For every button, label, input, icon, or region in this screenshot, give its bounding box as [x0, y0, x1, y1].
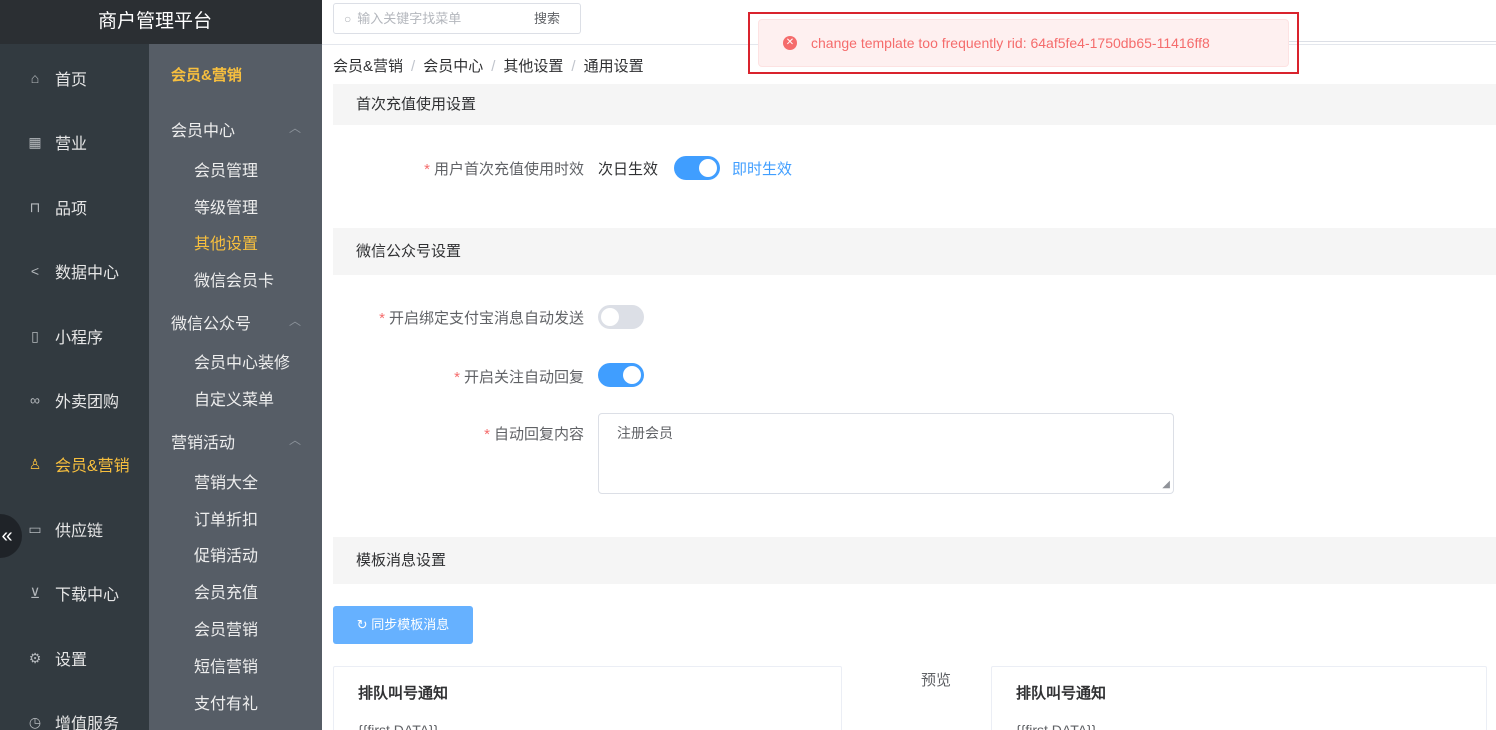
search-button[interactable]: 搜索	[514, 3, 581, 34]
section-header-template: 模板消息设置	[333, 537, 1496, 584]
breadcrumb-current: 通用设置	[583, 58, 644, 75]
breadcrumb-item[interactable]: 会员&营销	[333, 58, 403, 75]
submenu-item[interactable]: 短信营销	[194, 653, 258, 677]
submenu-item[interactable]: 会员管理	[194, 157, 258, 181]
submenu-item[interactable]: 营销大全	[194, 469, 258, 493]
sidebar-item-label: 数据中心	[55, 265, 120, 282]
recharge-timing-label: * 用户首次充值使用时效	[424, 161, 584, 178]
submenu-item[interactable]: 会员营销	[194, 616, 258, 640]
breadcrumb-item[interactable]: 会员中心	[423, 58, 483, 75]
alipay-auto-send-label: * 开启绑定支付宝消息自动发送	[379, 310, 584, 327]
recharge-instant-option: 即时生效	[732, 161, 793, 178]
share-icon: <	[30, 263, 40, 279]
submenu-panel: 会员&营销 会员中心 ︿ 会员管理等级管理其他设置微信会员卡微信公众号 ︿ 会员中心装修…	[149, 44, 322, 730]
submenu-title: 会员&营销	[171, 67, 242, 84]
recharge-next-day-option: 次日生效	[598, 161, 659, 178]
sync-template-button[interactable]: ↻ 同步模板消息	[333, 606, 473, 644]
chevron-up-icon[interactable]: ︿	[289, 119, 301, 136]
submenu-item[interactable]: 会员中心装修	[194, 349, 290, 373]
menu-search-input[interactable]	[357, 11, 498, 26]
preview-label: 预览	[921, 672, 952, 689]
sidebar-item-download[interactable]: ⊻ 下载中心	[0, 573, 149, 613]
follow-auto-reply-switch[interactable]	[598, 363, 644, 387]
submenu-item[interactable]: 等级管理	[194, 194, 258, 218]
sidebar-item-clock[interactable]: ◷ 增值服务	[0, 702, 149, 730]
settings-icon: ⚙	[28, 649, 42, 666]
user-icon: ♙	[28, 455, 42, 472]
auto-reply-content-textarea[interactable]: 注册会员 ◢	[598, 413, 1174, 494]
submenu-group-label[interactable]: 营销活动	[171, 429, 235, 453]
preview-card-body: {{first.DATA}}	[1016, 722, 1097, 730]
truck-icon: ▭	[28, 520, 42, 537]
section-header-first-recharge: 首次充值使用设置	[333, 84, 1496, 125]
refresh-icon: ↻	[356, 617, 368, 632]
sidebar-item-truck[interactable]: ▭ 供应链	[0, 509, 149, 549]
sidebar-item-settings[interactable]: ⚙ 设置	[0, 638, 149, 678]
follow-auto-reply-label: * 开启关注自动回复	[454, 369, 584, 386]
submenu-item[interactable]: 促销活动	[194, 542, 258, 566]
sidebar-item-tablet[interactable]: ▯ 小程序	[0, 316, 149, 356]
sidebar-item-label: 增值服务	[55, 716, 120, 730]
chevron-up-icon[interactable]: ︿	[289, 312, 301, 329]
sidebar-item-label: 品项	[55, 201, 88, 218]
breadcrumb-item[interactable]: 其他设置	[503, 58, 563, 75]
sidebar-item-label: 设置	[55, 652, 88, 669]
sidebar-item-bag[interactable]: ⊓ 品项	[0, 187, 149, 227]
sidebar-item-label: 下载中心	[55, 587, 120, 604]
submenu-group-label[interactable]: 微信公众号	[171, 310, 251, 334]
calendar-icon: ▦	[28, 133, 42, 150]
sidebar-item-label: 会员&营销	[55, 458, 130, 475]
tablet-icon: ▯	[31, 327, 39, 344]
clock-icon: ◷	[28, 713, 42, 730]
submenu-item[interactable]: 订单折扣	[194, 506, 258, 530]
preview-card: 排队叫号通知 {{first.DATA}}	[991, 666, 1487, 730]
submenu-item[interactable]: 微信会员卡	[194, 267, 274, 291]
download-icon: ⊻	[29, 584, 41, 601]
alipay-auto-send-switch[interactable]	[598, 305, 644, 329]
template-card[interactable]: 排队叫号通知 {{first.DATA}}	[333, 666, 842, 730]
auto-reply-content-label: * 自动回复内容	[484, 426, 584, 443]
sidebar-item-label: 营业	[55, 136, 88, 153]
resize-handle-icon[interactable]: ◢	[1162, 479, 1170, 490]
sidebar-item-user[interactable]: ♙ 会员&营销	[0, 444, 149, 484]
template-card-title: 排队叫号通知	[358, 685, 449, 702]
main-sidebar	[0, 0, 149, 730]
template-card-body: {{first.DATA}}	[358, 722, 439, 730]
breadcrumb: 会员&营销 / 会员中心 / 其他设置 / 通用设置	[333, 58, 644, 75]
submenu-item[interactable]: 其他设置	[194, 230, 258, 254]
toast-highlight-frame	[748, 12, 1299, 74]
search-icon: ○	[344, 11, 352, 26]
bike-icon: ∞	[30, 392, 40, 408]
bag-icon: ⊓	[29, 198, 41, 215]
sidebar-item-label: 小程序	[55, 330, 104, 347]
sidebar-item-label: 外卖团购	[55, 394, 120, 411]
submenu-item[interactable]: 自定义菜单	[194, 386, 274, 410]
sidebar-item-bike[interactable]: ∞ 外卖团购	[0, 380, 149, 420]
home-icon: ⌂	[30, 70, 40, 86]
preview-card-title: 排队叫号通知	[1016, 685, 1107, 702]
submenu-group-label[interactable]: 会员中心	[171, 117, 235, 141]
sidebar-item-calendar[interactable]: ▦ 营业	[0, 122, 149, 162]
chevron-up-icon[interactable]: ︿	[289, 431, 301, 448]
submenu-item[interactable]: 支付有礼	[194, 690, 258, 714]
sidebar-item-label: 供应链	[55, 523, 104, 540]
menu-search-box[interactable]: ○	[333, 3, 515, 34]
sidebar-item-label: 首页	[55, 72, 88, 89]
recharge-timing-switch[interactable]	[674, 156, 720, 180]
brand-title: 商户管理平台	[0, 0, 322, 44]
section-header-wechat: 微信公众号设置	[333, 228, 1496, 275]
submenu-item[interactable]: 会员充值	[194, 579, 258, 603]
sidebar-item-home[interactable]: ⌂ 首页	[0, 58, 149, 98]
sidebar-item-share[interactable]: < 数据中心	[0, 251, 149, 291]
